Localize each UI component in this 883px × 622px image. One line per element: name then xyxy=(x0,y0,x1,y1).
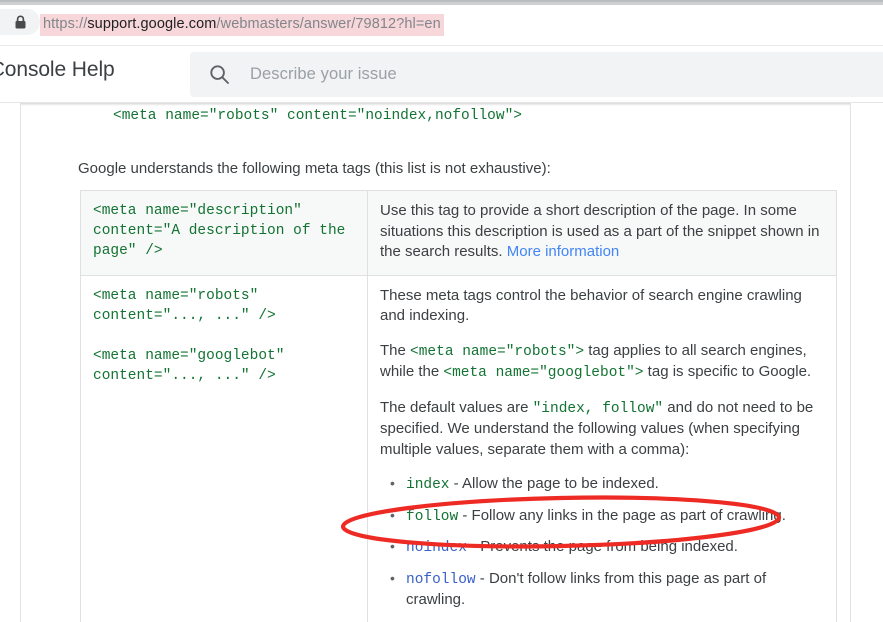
value-term: follow xyxy=(406,508,459,525)
description-paragraph: The default values are "index, follow" a… xyxy=(380,398,824,461)
table-cell-description: Use this tag to provide a short descript… xyxy=(367,190,837,276)
code-line: content="..., ..." /> xyxy=(93,367,276,384)
code-block-robots-example: <meta name="robots" content="noindex,nof… xyxy=(113,108,522,124)
omnibox-row[interactable]: https://support.google.com/webmasters/an… xyxy=(0,5,883,39)
content-left-rule xyxy=(20,103,21,622)
url-bar-text[interactable]: https://support.google.com/webmasters/an… xyxy=(40,14,444,36)
site-identity-button[interactable] xyxy=(0,9,40,35)
search-input-placeholder[interactable]: Describe your issue xyxy=(250,65,397,84)
table-cell-description: These meta tags control the behavior of … xyxy=(367,274,837,622)
list-item: follow - Follow any links in the page as… xyxy=(388,505,824,528)
text-fragment: The xyxy=(380,341,411,359)
text-fragment: The default values are xyxy=(380,398,533,416)
text-fragment: tag is specific to Google. xyxy=(643,363,812,380)
code-line: content="..., ..." /> xyxy=(93,307,276,324)
code-line: page" /> xyxy=(93,243,163,259)
url-host: support.google.com xyxy=(87,16,217,32)
table-cell-code: <meta name="robots" content="..., ..." /… xyxy=(80,274,368,622)
table-cell-code: <meta name="description" content="A desc… xyxy=(80,190,368,276)
code-line: content="A description of the xyxy=(93,223,346,239)
list-item: index - Allow the page to be indexed. xyxy=(388,473,824,496)
lock-icon xyxy=(14,15,27,30)
value-description: - Follow any links in the page as part o… xyxy=(458,506,786,524)
description-paragraph: These meta tags control the behavior of … xyxy=(380,286,802,325)
url-scheme: https:// xyxy=(43,16,88,32)
list-item: noindex - Prevents the page from being i… xyxy=(388,536,824,559)
list-item-nofollow: nofollow - Don't follow links from this … xyxy=(388,568,824,611)
value-description: - Allow the page to be indexed. xyxy=(449,475,659,492)
inline-code: <meta name="googlebot"> xyxy=(443,365,644,381)
more-information-link[interactable]: More information xyxy=(507,243,620,260)
description-paragraph: The <meta name="robots"> tag applies to … xyxy=(380,341,824,384)
code-line: <meta name="robots" xyxy=(93,287,259,304)
table-row: <meta name="description" content="A desc… xyxy=(80,190,837,276)
value-term: noindex xyxy=(406,540,467,556)
value-term: index xyxy=(406,477,450,493)
value-term: nofollow xyxy=(406,571,476,588)
site-header: ch Console Help Describe your issue xyxy=(0,46,883,103)
content-right-rule xyxy=(850,103,851,622)
help-article-page: <meta name="robots" content="noindex,nof… xyxy=(0,103,883,622)
table-row: <meta name="robots" content="..., ..." /… xyxy=(80,274,837,622)
inline-code: <meta name="robots"> xyxy=(410,343,585,360)
intro-paragraph: Google understands the following meta ta… xyxy=(78,160,551,177)
value-description: - Prevents the page from being indexed. xyxy=(466,538,738,555)
search-icon xyxy=(209,64,230,85)
product-title: ch Console Help xyxy=(0,58,115,81)
robots-values-list: index - Allow the page to be indexed. fo… xyxy=(380,473,824,622)
help-search-box[interactable]: Describe your issue xyxy=(190,52,883,97)
content-top-shadow xyxy=(21,103,850,106)
browser-chrome: https://support.google.com/webmasters/an… xyxy=(0,0,883,46)
code-line: <meta name="googlebot" xyxy=(93,347,285,364)
code-line: <meta name="description" xyxy=(93,203,302,219)
meta-tags-table: <meta name="description" content="A desc… xyxy=(80,190,837,622)
inline-code: "index, follow" xyxy=(532,400,664,417)
url-path: /webmasters/answer/79812?hl=en xyxy=(216,16,441,32)
